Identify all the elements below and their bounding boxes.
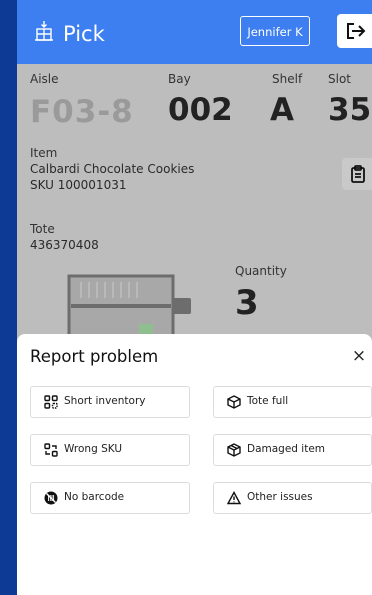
aisle-value: F03-8	[30, 94, 134, 130]
damaged-box-icon	[227, 443, 241, 457]
user-button[interactable]: Jennifer K	[240, 16, 310, 46]
option-other-issues[interactable]: Other issues	[213, 482, 372, 514]
tote-label: Tote	[30, 222, 55, 236]
report-problem-sheet: Report problem × Short inventory Tote fu…	[17, 334, 372, 595]
slot-value: 35	[328, 92, 372, 128]
option-wrong-sku[interactable]: Wrong SKU	[30, 434, 190, 466]
logout-icon	[347, 23, 366, 39]
aisle-label: Aisle	[30, 72, 59, 86]
package-hand-icon	[35, 21, 53, 41]
item-label: Item	[30, 146, 58, 160]
option-label: Damaged item	[247, 443, 326, 455]
shelf-value: A	[270, 92, 294, 128]
bay-value: 002	[168, 92, 233, 128]
option-label: Short inventory	[64, 395, 146, 407]
shelf-rack-illustration	[67, 274, 191, 338]
option-no-barcode[interactable]: No barcode	[30, 482, 190, 514]
swap-icon	[44, 443, 58, 457]
slot-label: Slot	[328, 72, 351, 86]
option-tote-full[interactable]: Tote full	[213, 386, 372, 418]
quantity-value: 3	[235, 283, 259, 323]
no-barcode-icon	[44, 491, 58, 505]
item-name: Calbardi Chocolate Cookies	[30, 162, 195, 176]
quantity-label: Quantity	[235, 264, 287, 278]
option-label: Wrong SKU	[64, 443, 123, 455]
bay-label: Bay	[168, 72, 191, 86]
item-sku: SKU 100001031	[30, 178, 127, 192]
warning-triangle-icon	[227, 491, 241, 505]
app-header: Pick Jennifer K	[17, 0, 372, 64]
item-details-button[interactable]	[342, 158, 372, 190]
option-damaged-item[interactable]: Damaged item	[213, 434, 372, 466]
option-label: Tote full	[247, 395, 289, 407]
tote-value: 436370408	[30, 238, 99, 252]
pick-screen: Pick Jennifer K Aisle F03-8 Bay 002 Shel…	[17, 0, 372, 595]
box-icon	[227, 395, 241, 409]
option-short-inventory[interactable]: Short inventory	[30, 386, 190, 418]
logout-button[interactable]	[337, 14, 372, 48]
sheet-title: Report problem	[30, 347, 159, 366]
shelf-label: Shelf	[272, 72, 303, 86]
close-button[interactable]: ×	[349, 346, 369, 366]
short-inventory-icon	[44, 395, 58, 409]
app-title: Pick	[63, 22, 105, 46]
option-label: Other issues	[247, 491, 313, 503]
option-label: No barcode	[64, 491, 125, 503]
clipboard-icon	[351, 165, 365, 183]
